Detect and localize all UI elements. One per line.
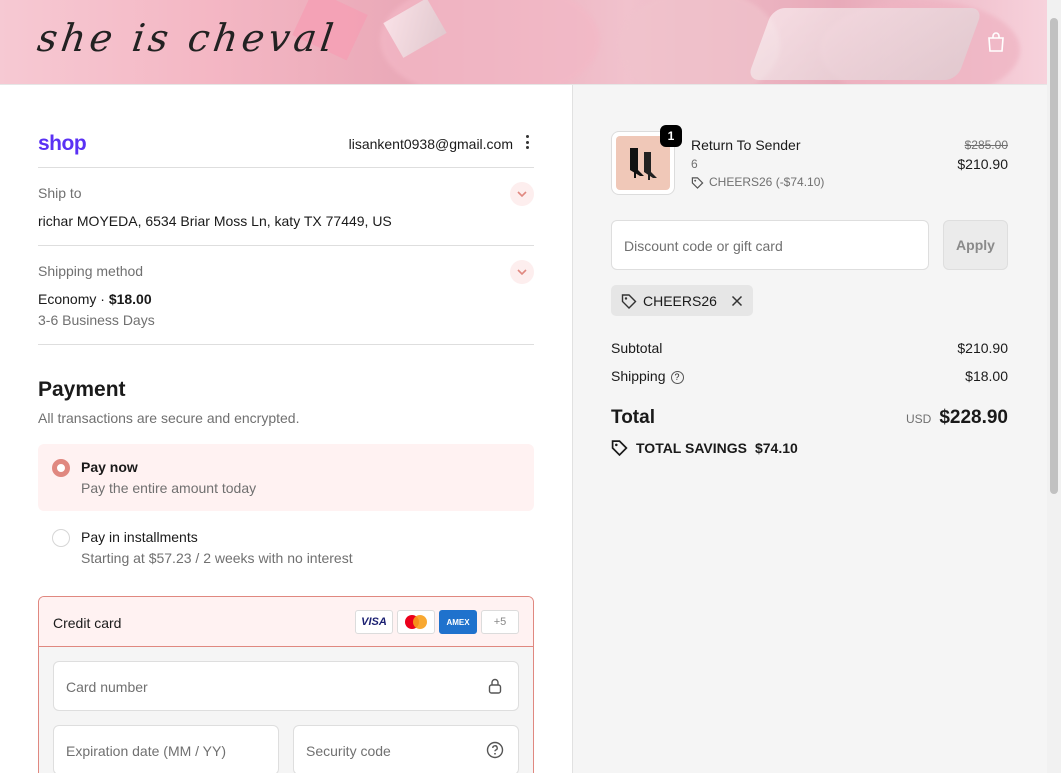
shipping-method-label: Shipping method <box>38 263 144 279</box>
pay-now-title: Pay now <box>81 459 138 475</box>
divider <box>38 245 534 246</box>
total-amount: $228.90 <box>939 407 1008 428</box>
payment-option-pay-now[interactable]: Pay now Pay the entire amount today <box>38 444 534 511</box>
credit-card-section: Credit card VISA AMEX +5 Card number Exp… <box>38 596 534 773</box>
total-savings-value: $74.10 <box>754 439 798 456</box>
shipping-method-price: $18.00 <box>108 291 152 307</box>
tag-icon <box>621 293 637 309</box>
shipping-value: $18.00 <box>965 368 1008 384</box>
currency-code: USD <box>905 412 932 426</box>
chevron-down-icon <box>517 191 527 197</box>
shop-pay-logo: shop <box>38 132 87 155</box>
shipping-method-name: Economy <box>38 291 97 307</box>
more-options-icon[interactable] <box>522 135 532 151</box>
apply-button[interactable]: Apply <box>943 220 1008 270</box>
card-number-input[interactable]: Card number <box>53 661 519 711</box>
quantity-badge: 1 <box>660 125 682 147</box>
order-summary-column: 1 Return To Sender 6 CHEERS26 (-$74.10) … <box>573 85 1047 773</box>
banner-decoration <box>746 8 984 80</box>
product-variant: 6 <box>691 157 698 171</box>
shipping-method-value: Economy · $18.00 <box>38 291 152 307</box>
total-savings: TOTAL SAVINGS $74.10 <box>611 439 798 456</box>
payment-option-installments[interactable]: Pay in installments Starting at $57.23 /… <box>38 514 534 581</box>
shopping-bag-icon[interactable] <box>986 31 1006 53</box>
page-scrollbar[interactable] <box>1047 0 1061 773</box>
installments-subtitle: Starting at $57.23 / 2 weeks with no int… <box>81 550 353 566</box>
security-code-input[interactable]: Security code <box>293 725 519 773</box>
applied-discount-code: CHEERS26 <box>643 292 717 309</box>
shipping-label: Shipping <box>611 368 666 384</box>
product-name: Return To Sender <box>691 137 801 153</box>
divider <box>38 167 534 168</box>
visa-icon: VISA <box>355 610 393 634</box>
total-label: Total <box>611 407 655 428</box>
applied-discount-chip: CHEERS26 <box>611 285 753 316</box>
payment-subtitle: All transactions are secure and encrypte… <box>38 410 300 426</box>
product-discount: CHEERS26 (-$74.10) <box>691 175 824 189</box>
product-discount-label: CHEERS26 (-$74.10) <box>709 175 825 189</box>
shipping-method-separator: · <box>96 291 109 307</box>
expiration-placeholder: Expiration date (MM / YY) <box>66 743 227 759</box>
pay-now-subtitle: Pay the entire amount today <box>81 480 257 496</box>
subtotal-label: Subtotal <box>611 340 663 356</box>
ship-to-address: richar MOYEDA, 6534 Briar Moss Ln, katy … <box>38 213 392 229</box>
credit-card-label: Credit card <box>53 615 122 631</box>
discount-code-placeholder: Discount code or gift card <box>624 238 783 254</box>
divider <box>38 344 534 345</box>
shipping-label-row: Shipping? <box>611 368 684 384</box>
discounted-price: $210.90 <box>957 156 1008 172</box>
total-value: USD $228.90 <box>906 407 1008 429</box>
total-savings-label: TOTAL SAVINGS <box>636 439 747 456</box>
lock-icon <box>488 678 502 694</box>
shipping-method-expand-button[interactable] <box>510 260 534 284</box>
scrollbar-thumb[interactable] <box>1050 18 1058 494</box>
store-logo[interactable]: she is cheval <box>35 16 340 60</box>
ship-to-expand-button[interactable] <box>510 182 534 206</box>
credit-card-header[interactable]: Credit card VISA AMEX +5 <box>39 597 533 647</box>
installments-title: Pay in installments <box>81 529 198 545</box>
payment-title: Payment <box>38 378 126 401</box>
chevron-down-icon <box>517 269 527 275</box>
help-circle-icon[interactable] <box>486 741 504 759</box>
mastercard-icon <box>397 610 435 634</box>
more-card-brands[interactable]: +5 <box>481 610 519 634</box>
subtotal-value: $210.90 <box>957 340 1008 356</box>
security-code-placeholder: Security code <box>306 743 391 759</box>
card-number-placeholder: Card number <box>66 679 148 695</box>
checkout-form-column: shop lisankent0938@gmail.com Ship to ric… <box>0 85 572 773</box>
shipping-help-icon[interactable]: ? <box>670 371 684 384</box>
shipping-method-detail: 3-6 Business Days <box>38 312 155 328</box>
tag-icon <box>691 176 704 189</box>
expiration-date-input[interactable]: Expiration date (MM / YY) <box>53 725 279 773</box>
tag-icon <box>611 440 628 456</box>
original-price: $285.00 <box>964 138 1008 152</box>
installments-radio[interactable] <box>52 529 70 547</box>
pay-now-radio[interactable] <box>52 459 70 477</box>
account-email: lisankent0938@gmail.com <box>348 136 513 152</box>
card-brands: VISA AMEX +5 <box>355 610 519 634</box>
discount-code-input[interactable]: Discount code or gift card <box>611 220 929 270</box>
remove-discount-icon[interactable] <box>731 295 743 307</box>
ship-to-label: Ship to <box>38 185 82 201</box>
store-header-banner: she is cheval <box>0 0 1047 85</box>
amex-icon: AMEX <box>439 610 477 634</box>
credit-card-fields: Card number Expiration date (MM / YY) Se… <box>39 647 533 773</box>
